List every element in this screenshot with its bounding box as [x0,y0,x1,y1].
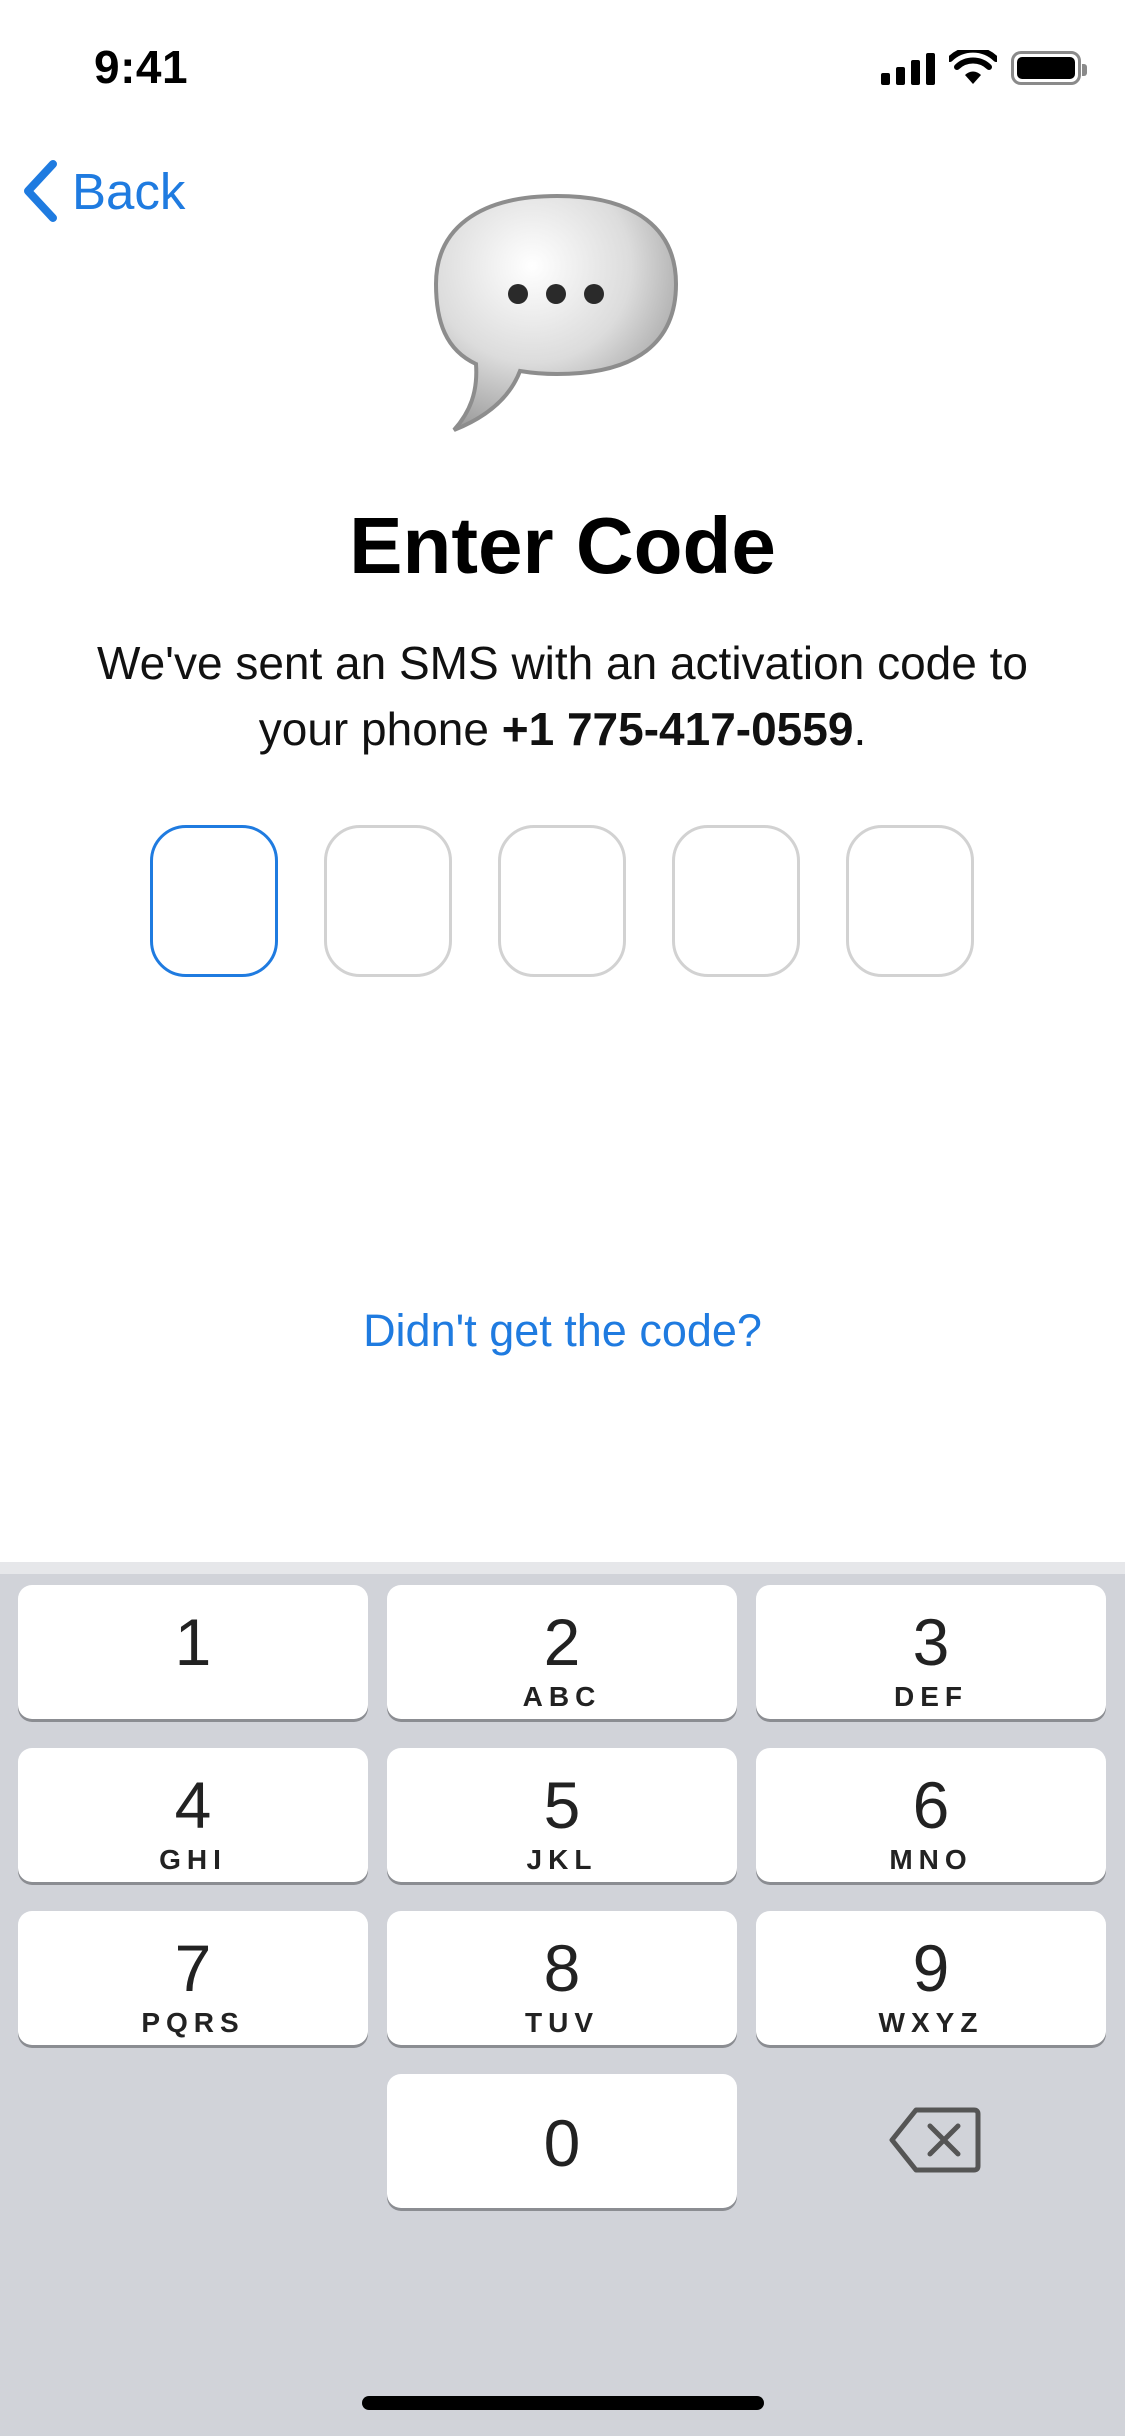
status-time: 9:41 [94,41,189,93]
key-7[interactable]: 7 PQRS [18,1911,368,2045]
code-digit-4[interactable] [672,825,800,977]
key-3[interactable]: 3 DEF [756,1585,1106,1719]
status-icons [881,50,1087,86]
wifi-icon [949,50,997,84]
cellular-signal-icon [881,51,935,85]
key-2[interactable]: 2 ABC [387,1585,737,1719]
home-indicator [362,2396,764,2410]
code-digit-3[interactable] [498,825,626,977]
code-input-row [150,825,974,977]
key-8[interactable]: 8 TUV [387,1911,737,2045]
key-6[interactable]: 6 MNO [756,1748,1106,1882]
key-4[interactable]: 4 GHI [18,1748,368,1882]
backspace-icon [889,2107,981,2173]
code-digit-5[interactable] [846,825,974,977]
battery-icon [1011,51,1087,85]
instructions-text: We've sent an SMS with an activation cod… [60,630,1065,762]
resend-code-link[interactable]: Didn't get the code? [0,1305,1125,1357]
page-title: Enter Code [349,501,776,590]
speech-bubble-icon [432,192,682,442]
delete-key[interactable] [886,2100,986,2180]
status-bar: 9:41 [0,0,1125,135]
key-9[interactable]: 9 WXYZ [756,1911,1106,2045]
chevron-left-icon [24,160,57,222]
instructions-suffix: . [853,703,867,755]
key-0[interactable]: 0 [387,2074,737,2208]
back-button[interactable]: Back [22,160,185,222]
code-digit-2[interactable] [324,825,452,977]
code-digit-1[interactable] [150,825,278,977]
key-5[interactable]: 5 JKL [387,1748,737,1882]
phone-number: +1 775-417-0559 [501,703,854,755]
back-label: Back [72,162,186,220]
key-1[interactable]: 1 [18,1585,368,1719]
